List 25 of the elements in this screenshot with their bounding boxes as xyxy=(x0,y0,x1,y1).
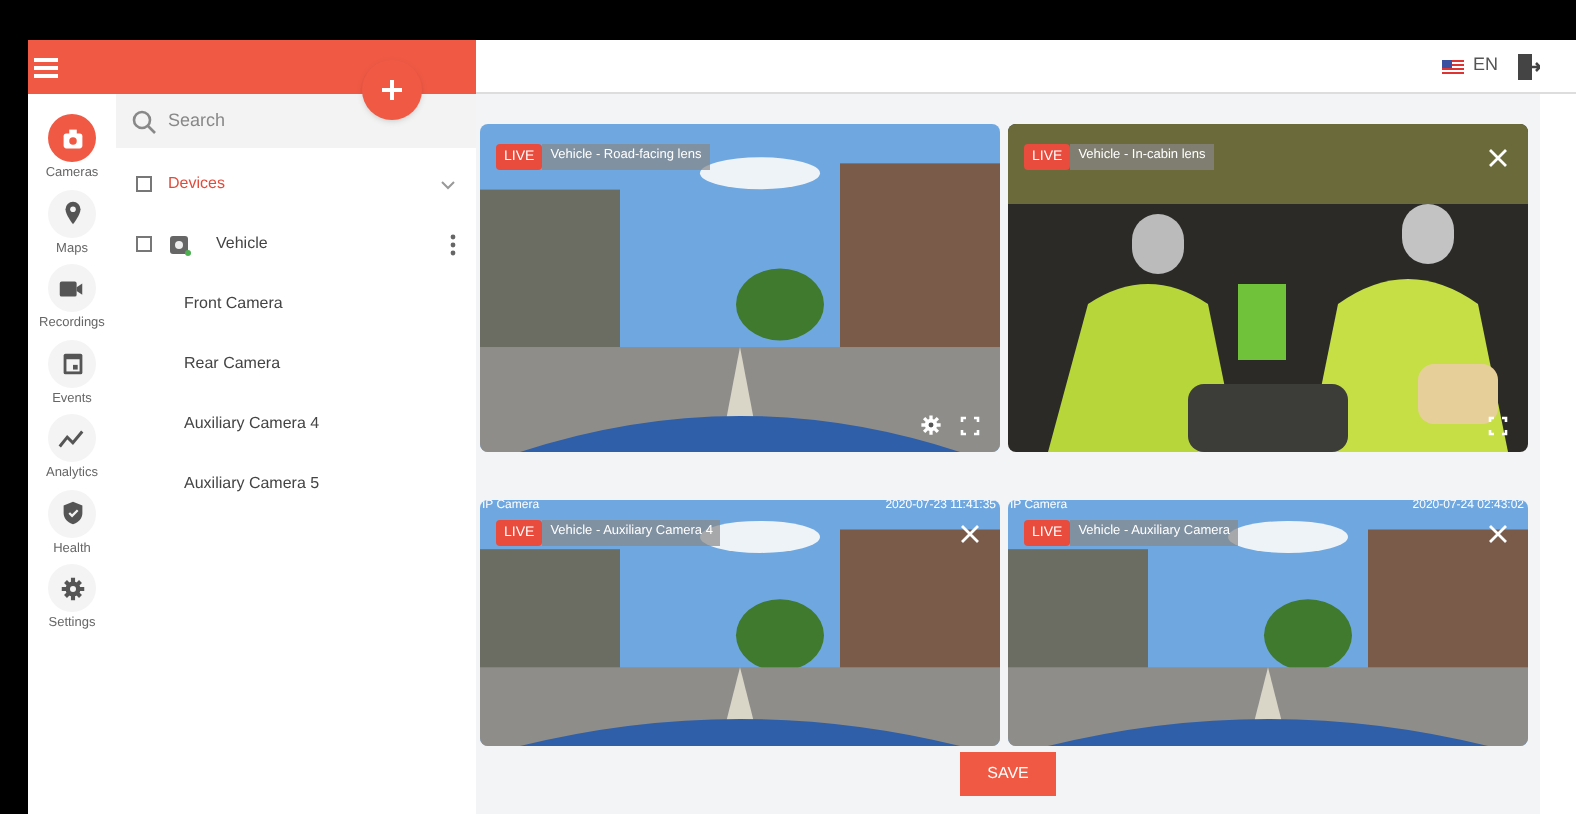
camera-item[interactable]: Auxiliary Camera 4 xyxy=(184,412,320,436)
checkbox[interactable] xyxy=(136,236,152,252)
search-input: Search xyxy=(168,107,368,135)
language-selector[interactable]: EN xyxy=(1472,52,1498,80)
save-button[interactable]: SAVE xyxy=(960,752,1056,796)
checkbox[interactable] xyxy=(136,176,152,192)
close-icon[interactable] xyxy=(960,524,980,544)
search-icon xyxy=(132,109,156,133)
logout-icon[interactable] xyxy=(1518,53,1540,79)
device-label[interactable]: Vehicle xyxy=(216,232,434,256)
fullscreen-icon[interactable] xyxy=(1488,416,1508,436)
close-icon[interactable] xyxy=(1488,524,1508,544)
group-label[interactable]: Devices xyxy=(168,172,424,196)
gear-icon xyxy=(57,573,87,603)
camera-item[interactable]: Front Camera xyxy=(184,292,283,316)
search-field[interactable]: Search xyxy=(116,94,476,148)
camera-item[interactable]: Rear Camera xyxy=(184,352,281,376)
more-icon[interactable] xyxy=(450,233,456,255)
settings-icon[interactable] xyxy=(920,414,942,436)
flag-icon xyxy=(1442,59,1465,73)
camera-item[interactable]: Auxiliary Camera 5 xyxy=(184,472,320,496)
plus-icon xyxy=(382,80,402,100)
chevron-down-icon[interactable] xyxy=(440,179,456,189)
menu-icon[interactable] xyxy=(34,57,58,77)
close-icon[interactable] xyxy=(1488,148,1508,168)
